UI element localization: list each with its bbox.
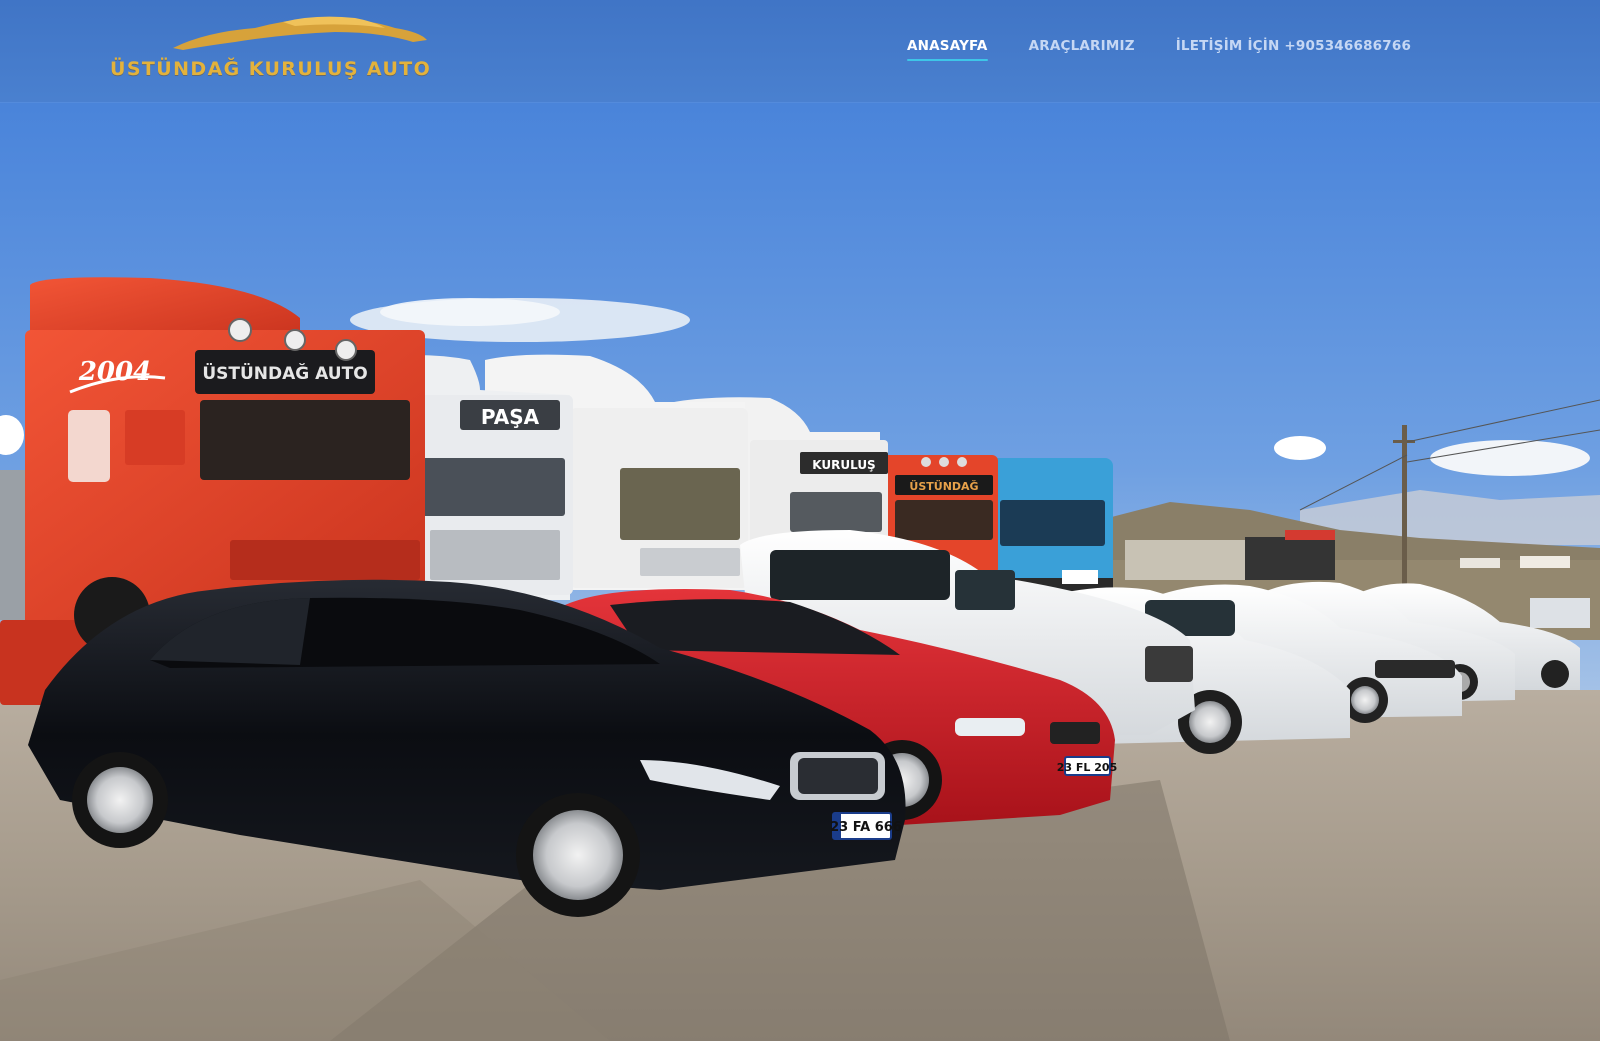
svg-text:ÜSTÜNDAĞ: ÜSTÜNDAĞ [909, 479, 978, 493]
nav-item-home[interactable]: ANASAYFA [907, 38, 988, 61]
nav-item-contact[interactable]: İLETİŞİM İÇİN +905346686766 [1176, 38, 1411, 60]
svg-text:ÜSTÜNDAĞ AUTO: ÜSTÜNDAĞ AUTO [202, 362, 367, 384]
svg-text:2004: 2004 [78, 357, 151, 387]
car-silhouette-icon [173, 16, 427, 51]
site-header: ÜSTÜNDAĞ KURULUŞ AUTO ANASAYFA ARAÇLARIM… [0, 0, 1600, 102]
main-nav: ANASAYFA ARAÇLARIMIZ İLETİŞİM İÇİN +9053… [907, 38, 1411, 61]
svg-text:23 FL 205: 23 FL 205 [1057, 761, 1117, 774]
brand-logo[interactable]: ÜSTÜNDAĞ KURULUŞ AUTO [110, 14, 480, 88]
svg-text:PAŞA: PAŞA [481, 405, 540, 429]
nav-item-vehicles[interactable]: ARAÇLARIMIZ [1029, 38, 1135, 60]
hero-image: ÜSTÜNDAĞ KURULUŞ PAŞA ÜSTÜNDAĞ AUTO 2004… [0, 0, 1600, 1041]
page: ÜSTÜNDAĞ KURULUŞ PAŞA ÜSTÜNDAĞ AUTO 2004… [0, 0, 1600, 1041]
svg-text:KURULUŞ: KURULUŞ [812, 458, 875, 472]
brand-name: ÜSTÜNDAĞ KURULUŞ AUTO [110, 58, 432, 80]
svg-text:23 FA 666: 23 FA 666 [830, 820, 902, 835]
